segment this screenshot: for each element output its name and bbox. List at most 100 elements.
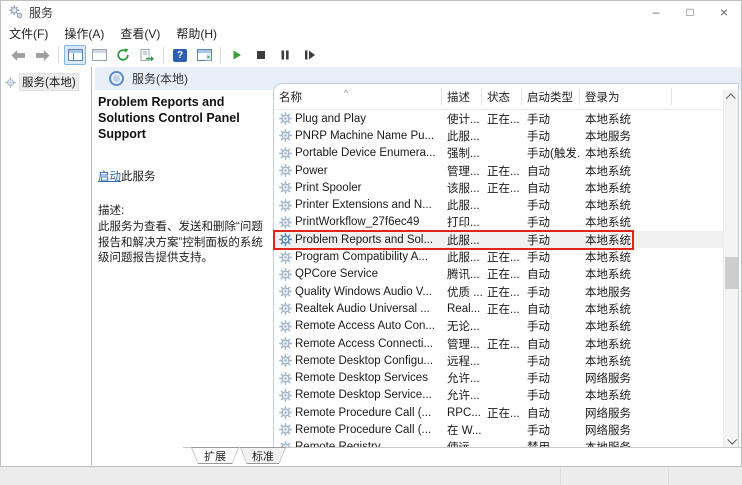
service-startup-type: 手动 — [522, 422, 580, 438]
menu-file[interactable]: 文件(F) — [9, 25, 48, 42]
service-startup-type: 自动 — [522, 266, 580, 282]
table-row[interactable]: Remote Desktop Service... 允许... 手动 本地系统 — [274, 387, 723, 404]
tab-extended[interactable]: 扩展 — [191, 447, 239, 464]
service-description: 此服... — [442, 249, 482, 265]
back-icon[interactable] — [7, 45, 29, 65]
scrollbar-thumb[interactable] — [725, 257, 738, 289]
services-gears-icon — [9, 5, 23, 19]
show-console-tree-icon[interactable] — [64, 45, 86, 65]
column-header-status[interactable]: 状态 — [482, 88, 522, 105]
column-header-name[interactable]: 名称 ^ — [274, 88, 442, 105]
pane-header-title: 服务(本地) — [132, 70, 188, 87]
column-header-logon-as[interactable]: 登录为 — [580, 88, 672, 105]
refresh-icon[interactable] — [112, 45, 134, 65]
column-header-description[interactable]: 描述 — [442, 88, 482, 105]
toolbar-separator — [58, 47, 59, 63]
service-name: PrintWorkflow_27f6ec49 — [295, 216, 419, 228]
tab-standard[interactable]: 标准 — [240, 447, 286, 464]
service-description: 强制... — [442, 145, 482, 161]
service-logon-as: 本地系统 — [580, 336, 672, 352]
service-startup-type: 手动 — [522, 318, 580, 334]
service-description: 在 W... — [442, 422, 482, 438]
start-service-icon[interactable] — [226, 45, 248, 65]
menu-view[interactable]: 查看(V) — [120, 25, 160, 42]
service-logon-as: 本地系统 — [580, 232, 672, 248]
service-name-cell: Remote Procedure Call (... — [274, 406, 442, 419]
service-logon-as: 本地服务 — [580, 284, 672, 300]
console-tree-pane: 服务(本地) — [1, 67, 92, 465]
table-row[interactable]: Quality Windows Audio V... 优质 ... 正在... … — [274, 283, 723, 300]
service-status: 正在... — [482, 405, 522, 421]
service-startup-type: 手动 — [522, 284, 580, 300]
menu-action[interactable]: 操作(A) — [64, 25, 104, 42]
table-row[interactable]: Program Compatibility A... 此服... 正在... 手… — [274, 248, 723, 265]
start-service-link[interactable]: 启动 — [98, 171, 121, 183]
service-logon-as: 本地系统 — [580, 318, 672, 334]
table-row[interactable]: Realtek Audio Universal ... Real... 正在..… — [274, 300, 723, 317]
service-status: 正在... — [482, 111, 522, 127]
service-name: Problem Reports and Sol... — [295, 234, 433, 246]
table-row[interactable]: Problem Reports and Sol... 此服... 手动 本地系统 — [274, 231, 723, 248]
stop-service-icon[interactable] — [250, 45, 272, 65]
services-window: 服务 – □ × 文件(F) 操作(A) 查看(V) 帮助(H) — [0, 0, 742, 467]
service-logon-as: 网络服务 — [580, 370, 672, 386]
table-row[interactable]: Printer Extensions and N... 此服... 手动 本地系… — [274, 196, 723, 213]
table-row[interactable]: Print Spooler 该服... 正在... 自动 本地系统 — [274, 179, 723, 196]
service-startup-type: 手动 — [522, 128, 580, 144]
show-action-pane-icon[interactable] — [193, 45, 215, 65]
service-name: PNRP Machine Name Pu... — [295, 130, 434, 142]
table-row[interactable]: PNRP Machine Name Pu... 此服... 手动 本地服务 — [274, 127, 723, 144]
service-gear-icon — [279, 302, 292, 315]
help-icon[interactable]: ? — [169, 45, 191, 65]
restart-service-icon[interactable] — [298, 45, 320, 65]
service-startup-type: 手动 — [522, 387, 580, 403]
service-logon-as: 本地系统 — [580, 387, 672, 403]
title-bar: 服务 – □ × — [1, 1, 741, 23]
service-gear-icon — [279, 233, 292, 246]
service-logon-as: 本地系统 — [580, 249, 672, 265]
service-gear-icon — [279, 285, 292, 298]
show-properties-icon[interactable] — [88, 45, 110, 65]
table-row[interactable]: Remote Procedure Call (... RPC... 正在... … — [274, 404, 723, 421]
services-ring-icon — [109, 71, 124, 86]
menu-bar: 文件(F) 操作(A) 查看(V) 帮助(H) — [1, 23, 741, 44]
forward-icon[interactable] — [31, 45, 53, 65]
minimize-button[interactable]: – — [639, 1, 673, 23]
vertical-scrollbar[interactable] — [723, 90, 738, 448]
strip-divider — [560, 469, 561, 485]
scroll-up-icon[interactable] — [724, 90, 739, 105]
service-name: Power — [295, 165, 328, 177]
service-gear-icon — [279, 406, 292, 419]
description-text: 此服务为查看、发送和删除“问题报告和解决方案”控制面板的系统级问题报告提供支持。 — [98, 220, 270, 267]
tree-item-services-local[interactable]: 服务(本地) — [5, 73, 89, 91]
table-row[interactable]: QPCore Service 腾讯... 正在... 自动 本地系统 — [274, 266, 723, 283]
table-row[interactable]: Power 管理... 正在... 自动 本地系统 — [274, 162, 723, 179]
service-description: 此服... — [442, 232, 482, 248]
table-row[interactable]: Remote Procedure Call (... 在 W... 手动 网络服… — [274, 421, 723, 438]
table-row[interactable]: Remote Desktop Configu... 远程... 手动 本地系统 — [274, 352, 723, 369]
table-row[interactable]: PrintWorkflow_27f6ec49 打印... 手动 本地系统 — [274, 214, 723, 231]
service-name-cell: Remote Access Auto Con... — [274, 320, 442, 333]
service-description: 腾讯... — [442, 266, 482, 282]
menu-help[interactable]: 帮助(H) — [176, 25, 217, 42]
column-header-startup-type[interactable]: 启动类型 — [522, 88, 580, 105]
close-button[interactable]: × — [707, 1, 741, 23]
table-row[interactable]: Plug and Play 使计... 正在... 手动 本地系统 — [274, 110, 723, 127]
scroll-down-icon[interactable] — [724, 433, 739, 448]
table-header: 名称 ^ 描述 状态 启动类型 登录为 — [274, 84, 738, 110]
export-list-icon[interactable] — [136, 45, 158, 65]
service-startup-type: 手动 — [522, 353, 580, 369]
selected-service-title: Problem Reports and Solutions Control Pa… — [98, 94, 270, 142]
service-logon-as: 本地系统 — [580, 163, 672, 179]
service-name: Remote Access Auto Con... — [295, 320, 435, 332]
table-row[interactable]: Remote Access Auto Con... 无论... 手动 本地系统 — [274, 318, 723, 335]
service-status: 正在... — [482, 163, 522, 179]
table-row[interactable]: Portable Device Enumera... 强制... 手动(触发..… — [274, 145, 723, 162]
service-gear-icon — [279, 112, 292, 125]
maximize-button[interactable]: □ — [673, 1, 707, 23]
start-service-line: 启动此服务 — [98, 168, 270, 184]
pause-service-icon[interactable] — [274, 45, 296, 65]
table-row[interactable]: Remote Access Connecti... 管理... 正在... 自动… — [274, 335, 723, 352]
service-description: 管理... — [442, 336, 482, 352]
table-row[interactable]: Remote Desktop Services 允许... 手动 网络服务 — [274, 369, 723, 386]
